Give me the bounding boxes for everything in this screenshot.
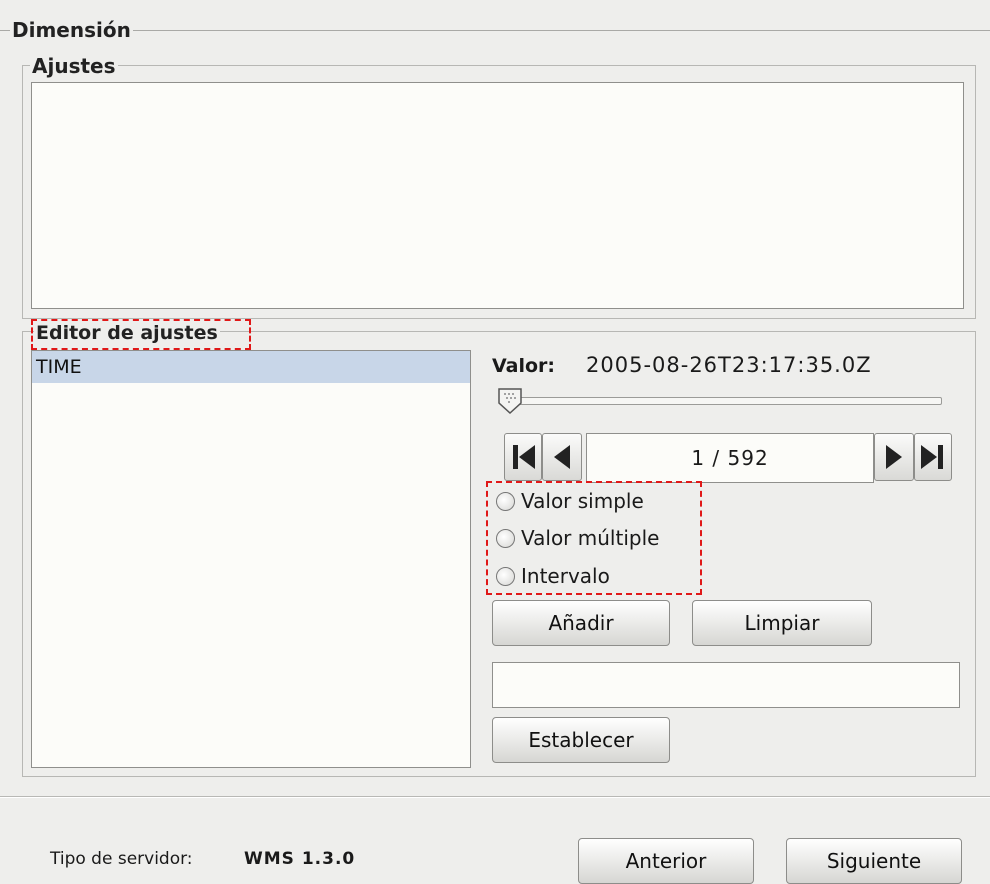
- dimension-title: Dimensión: [10, 18, 133, 42]
- valor-value: 2005-08-26T23:17:35.0Z: [586, 353, 872, 377]
- settings-text-area[interactable]: [31, 82, 964, 309]
- radio-multiple-value[interactable]: Valor múltiple: [496, 519, 659, 557]
- dimension-list[interactable]: TIME: [31, 350, 471, 768]
- dimension-frame-topline: [0, 30, 990, 31]
- radio-interval[interactable]: Intervalo: [496, 557, 610, 595]
- radio-circle-icon: [496, 528, 515, 548]
- page-indicator[interactable]: 1 / 592: [586, 433, 874, 483]
- add-button[interactable]: Añadir: [492, 600, 670, 646]
- previous-button[interactable]: [542, 433, 582, 481]
- first-button[interactable]: [504, 433, 542, 481]
- previous-step-button[interactable]: Anterior: [578, 838, 754, 884]
- radio-circle-icon: [496, 491, 515, 511]
- time-slider-thumb[interactable]: [496, 387, 524, 415]
- first-icon: [513, 445, 535, 469]
- next-button[interactable]: [874, 433, 914, 481]
- set-button[interactable]: Establecer: [492, 717, 670, 763]
- expression-input[interactable]: [492, 662, 960, 708]
- list-item[interactable]: TIME: [32, 351, 470, 383]
- clear-button[interactable]: Limpiar: [692, 600, 872, 646]
- last-icon: [921, 445, 943, 469]
- settings-title: Ajustes: [30, 54, 118, 78]
- radio-label: Intervalo: [521, 564, 610, 588]
- last-button[interactable]: [914, 433, 952, 481]
- radio-label: Valor múltiple: [521, 526, 660, 550]
- radio-circle-icon: [496, 566, 515, 586]
- radio-single-value[interactable]: Valor simple: [496, 482, 644, 520]
- previous-icon: [554, 445, 570, 469]
- radio-label: Valor simple: [521, 489, 644, 513]
- editor-title: Editor de ajustes: [34, 322, 220, 344]
- server-type-value: WMS 1.3.0: [244, 849, 356, 869]
- next-step-button[interactable]: Siguiente: [786, 838, 962, 884]
- time-slider-track[interactable]: [500, 397, 942, 405]
- footer-separator-light: [0, 797, 990, 798]
- next-icon: [886, 445, 902, 469]
- server-type-label: Tipo de servidor:: [50, 849, 193, 869]
- valor-label: Valor:: [492, 355, 556, 377]
